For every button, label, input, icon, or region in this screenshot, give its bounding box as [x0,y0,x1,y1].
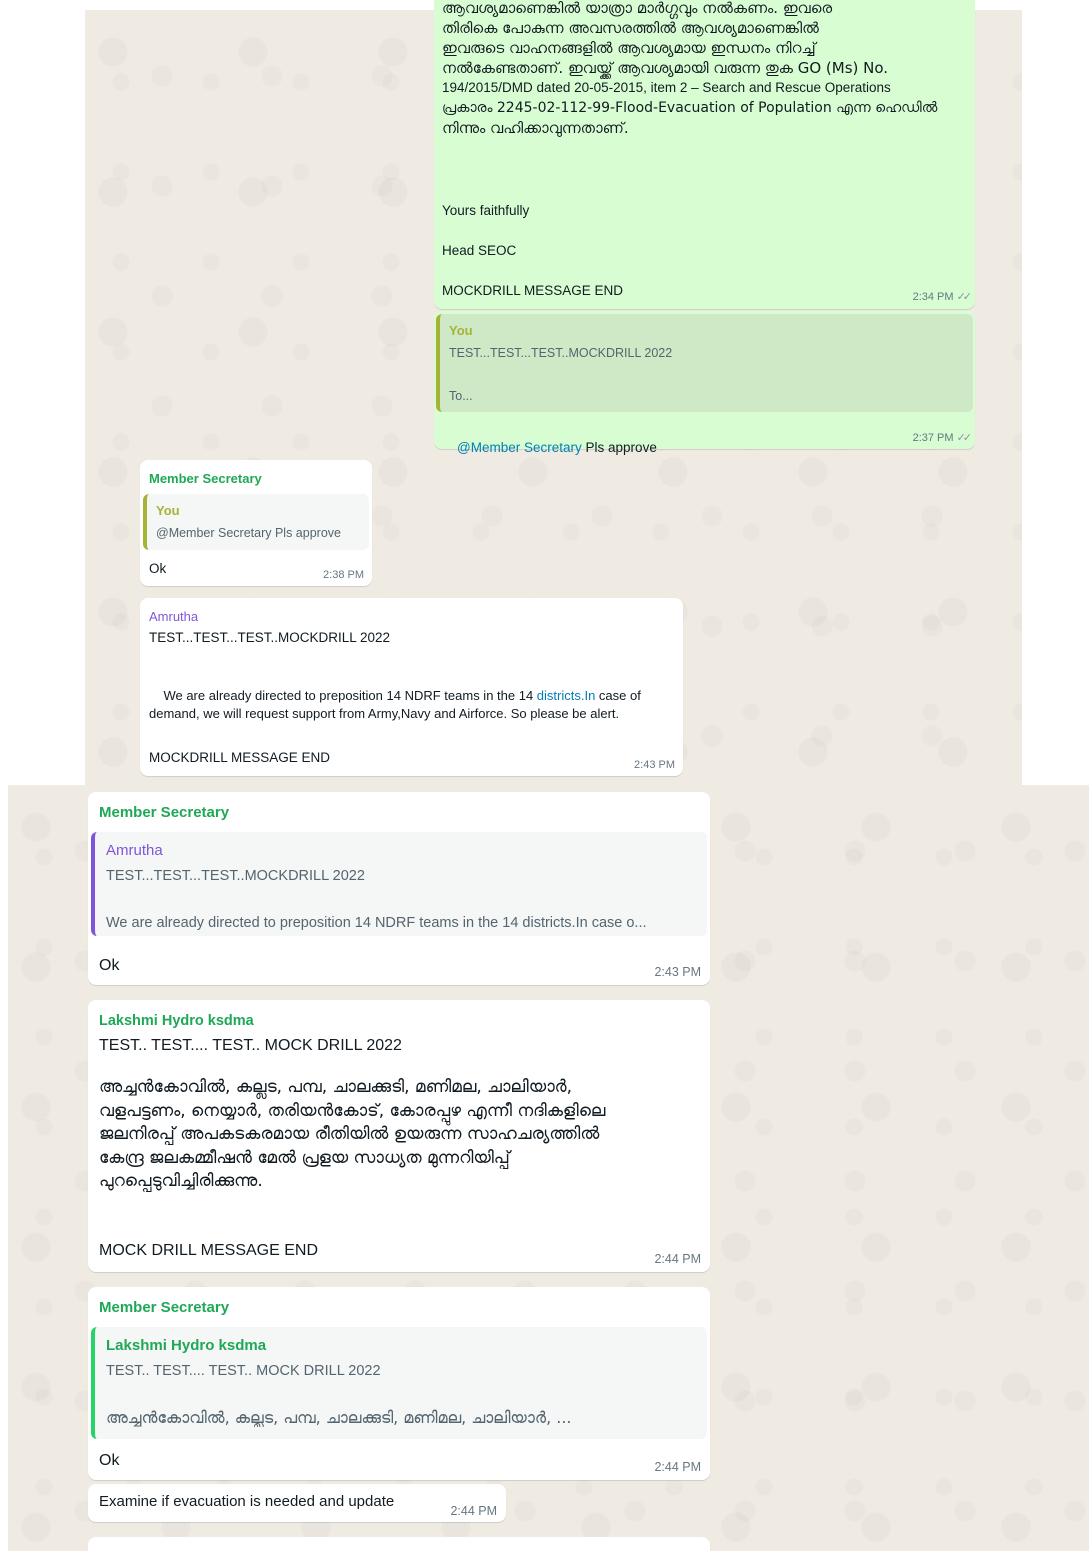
incoming-message-bubble[interactable]: Member Secretary You @Member Secretary P… [140,460,372,586]
message-time: 2:38 PM [323,569,364,581]
signature-text: Head SEOC [442,243,517,258]
quoted-text: TEST...TEST...TEST..MOCKDRILL 2022 [449,346,673,360]
message-line: പുറപ്പെടുവിച്ചിരിക്കുന്നു. [99,1171,263,1191]
incoming-message-bubble[interactable]: Member Secretary Lakshmi Hydro ksdma TES… [88,1287,710,1480]
message-line: ജലനിരപ്പ് അപകടകരമായ രീതിയിൽ ഉയരുന്ന സാഹച… [99,1124,600,1144]
message-body: അച്ചൻകോവിൽ, കല്ലട, പമ്പ, ചാലക്കുടി, മണിമ… [99,1076,704,1194]
incoming-message-bubble[interactable]: Lakshmi Hydro ksdma TEST.. TEST.... TEST… [88,1000,710,1272]
read-ticks-icon: ✓✓ [956,432,973,444]
message-line: അച്ചൻകോവിൽ, കല്ലട, പമ്പ, ചാലക്കുടി, മണിമ… [99,1077,572,1097]
message-time: 2:37 PM ✓✓ [912,432,973,444]
message-line: പ്രകാരം 2245-02-112-99-Flood-Evacuation … [442,100,938,116]
outgoing-message-bubble[interactable]: You TEST...TEST...TEST..MOCKDRILL 2022 T… [434,311,975,455]
message-line: TEST.. TEST.... TEST.. MOCK DRILL 2022 [99,1037,402,1054]
message-line: നിന്നും വഹിക്കാവുന്നതാണ്. [442,119,629,137]
incoming-message-bubble[interactable]: Member Secretary Amrutha TEST...TEST...T… [88,792,710,985]
quoted-text: We are already directed to preposition 1… [106,915,647,931]
sender-name: Lakshmi Hydro ksdma [99,1013,254,1029]
end-text: MOCKDRILL MESSAGE END [442,283,624,298]
message-line: കേന്ദ്ര ജലകമ്മീഷൻ മേൽ പ്രളയ സാധ്യത മുന്ന… [99,1147,510,1168]
message-line: വളപട്ടണം, നെയ്യാർ, തരിയൻകോട്, കോരപ്പുഴ എ… [99,1100,606,1121]
message-body: തിരികെ പോകുന്ന അവസരത്തിൽ ആവശ്യമാണെങ്കിൽ … [442,18,967,138]
end-text: MOCKDRILL MESSAGE END [149,750,331,765]
message-time: 2:43 PM [654,965,701,979]
incoming-message-bubble[interactable]: Amrutha TEST...TEST...TEST..MOCKDRILL 20… [140,598,683,776]
sender-name: Amrutha [149,609,199,624]
message-text: @Member Secretary Pls approve [457,440,657,455]
message-text-partial: ആവശ്യമാണെങ്കിൽ യാത്രാ മാർഗ്ഗവും നൽകണം. ഇ… [442,0,833,17]
message-time: 2:44 PM [450,1504,497,1518]
quoted-message[interactable]: Lakshmi Hydro ksdma TEST.. TEST.... TEST… [91,1327,707,1439]
message-line: നൽകേണ്ടതാണ്. ഇവയ്ക്ക് ആവശ്യമായി വരുന്ന ത… [442,59,889,77]
quoted-sender: Lakshmi Hydro ksdma [106,1337,267,1354]
quoted-text: To... [449,389,473,403]
message-line: 194/2015/DMD dated 20-05-2015, item 2 – … [442,80,891,95]
quoted-text: TEST...TEST...TEST..MOCKDRILL 2022 [106,868,365,884]
closing-text: Yours faithfully [442,203,530,218]
quoted-message[interactable]: You TEST...TEST...TEST..MOCKDRILL 2022 T… [436,314,973,412]
message-body: We are already directed to preposition 1… [149,688,645,721]
message-text: Ok [149,561,167,576]
sender-name: Member Secretary [99,804,230,821]
quoted-text: @Member Secretary Pls approve [156,526,341,540]
message-text: Examine if evacuation is needed and upda… [99,1493,395,1510]
outgoing-message-bubble[interactable]: ആവശ്യമാണെങ്കിൽ യാത്രാ മാർഗ്ഗവും നൽകണം. ഇ… [434,0,975,309]
message-line: തിരികെ പോകുന്ന അവസരത്തിൽ ആവശ്യമാണെങ്കിൽ [442,19,819,37]
sender-name: Member Secretary [99,1299,230,1316]
sender-name: Member Secretary [149,471,262,486]
incoming-message-bubble[interactable]: Examine if evacuation is needed and upda… [88,1484,506,1522]
quoted-message[interactable]: You @Member Secretary Pls approve [143,494,369,550]
quoted-message[interactable]: Amrutha TEST...TEST...TEST..MOCKDRILL 20… [91,832,707,936]
read-ticks-icon: ✓✓ [956,291,973,303]
message-time: 2:34 PM ✓✓ [912,291,973,303]
message-line: TEST...TEST...TEST..MOCKDRILL 2022 [149,630,391,645]
quoted-sender: Amrutha [106,842,163,859]
message-line: ഇവരുടെ വാഹനങ്ങളിൽ ആവശ്യമായ ഇന്ധനം നിറച്ച… [442,39,816,57]
message-time: 2:43 PM [634,759,675,771]
mention-link[interactable]: @Member Secretary [457,440,582,455]
quoted-text: അച്ചൻകോവിൽ, കല്ലട, പമ്പ, ചാലക്കുടി, മണിമ… [106,1409,572,1427]
message-link[interactable]: districts.In [537,688,596,703]
message-time: 2:44 PM [654,1252,701,1266]
quoted-sender: You [156,503,180,518]
end-text: MOCK DRILL MESSAGE END [99,1242,319,1259]
message-text: Ok [99,1452,120,1469]
quoted-sender: You [449,323,473,338]
quoted-text: TEST.. TEST.... TEST.. MOCK DRILL 2022 [106,1363,381,1379]
incoming-message-bubble[interactable] [88,1537,710,1551]
message-time: 2:44 PM [654,1460,701,1474]
message-text: Ok [99,957,120,974]
